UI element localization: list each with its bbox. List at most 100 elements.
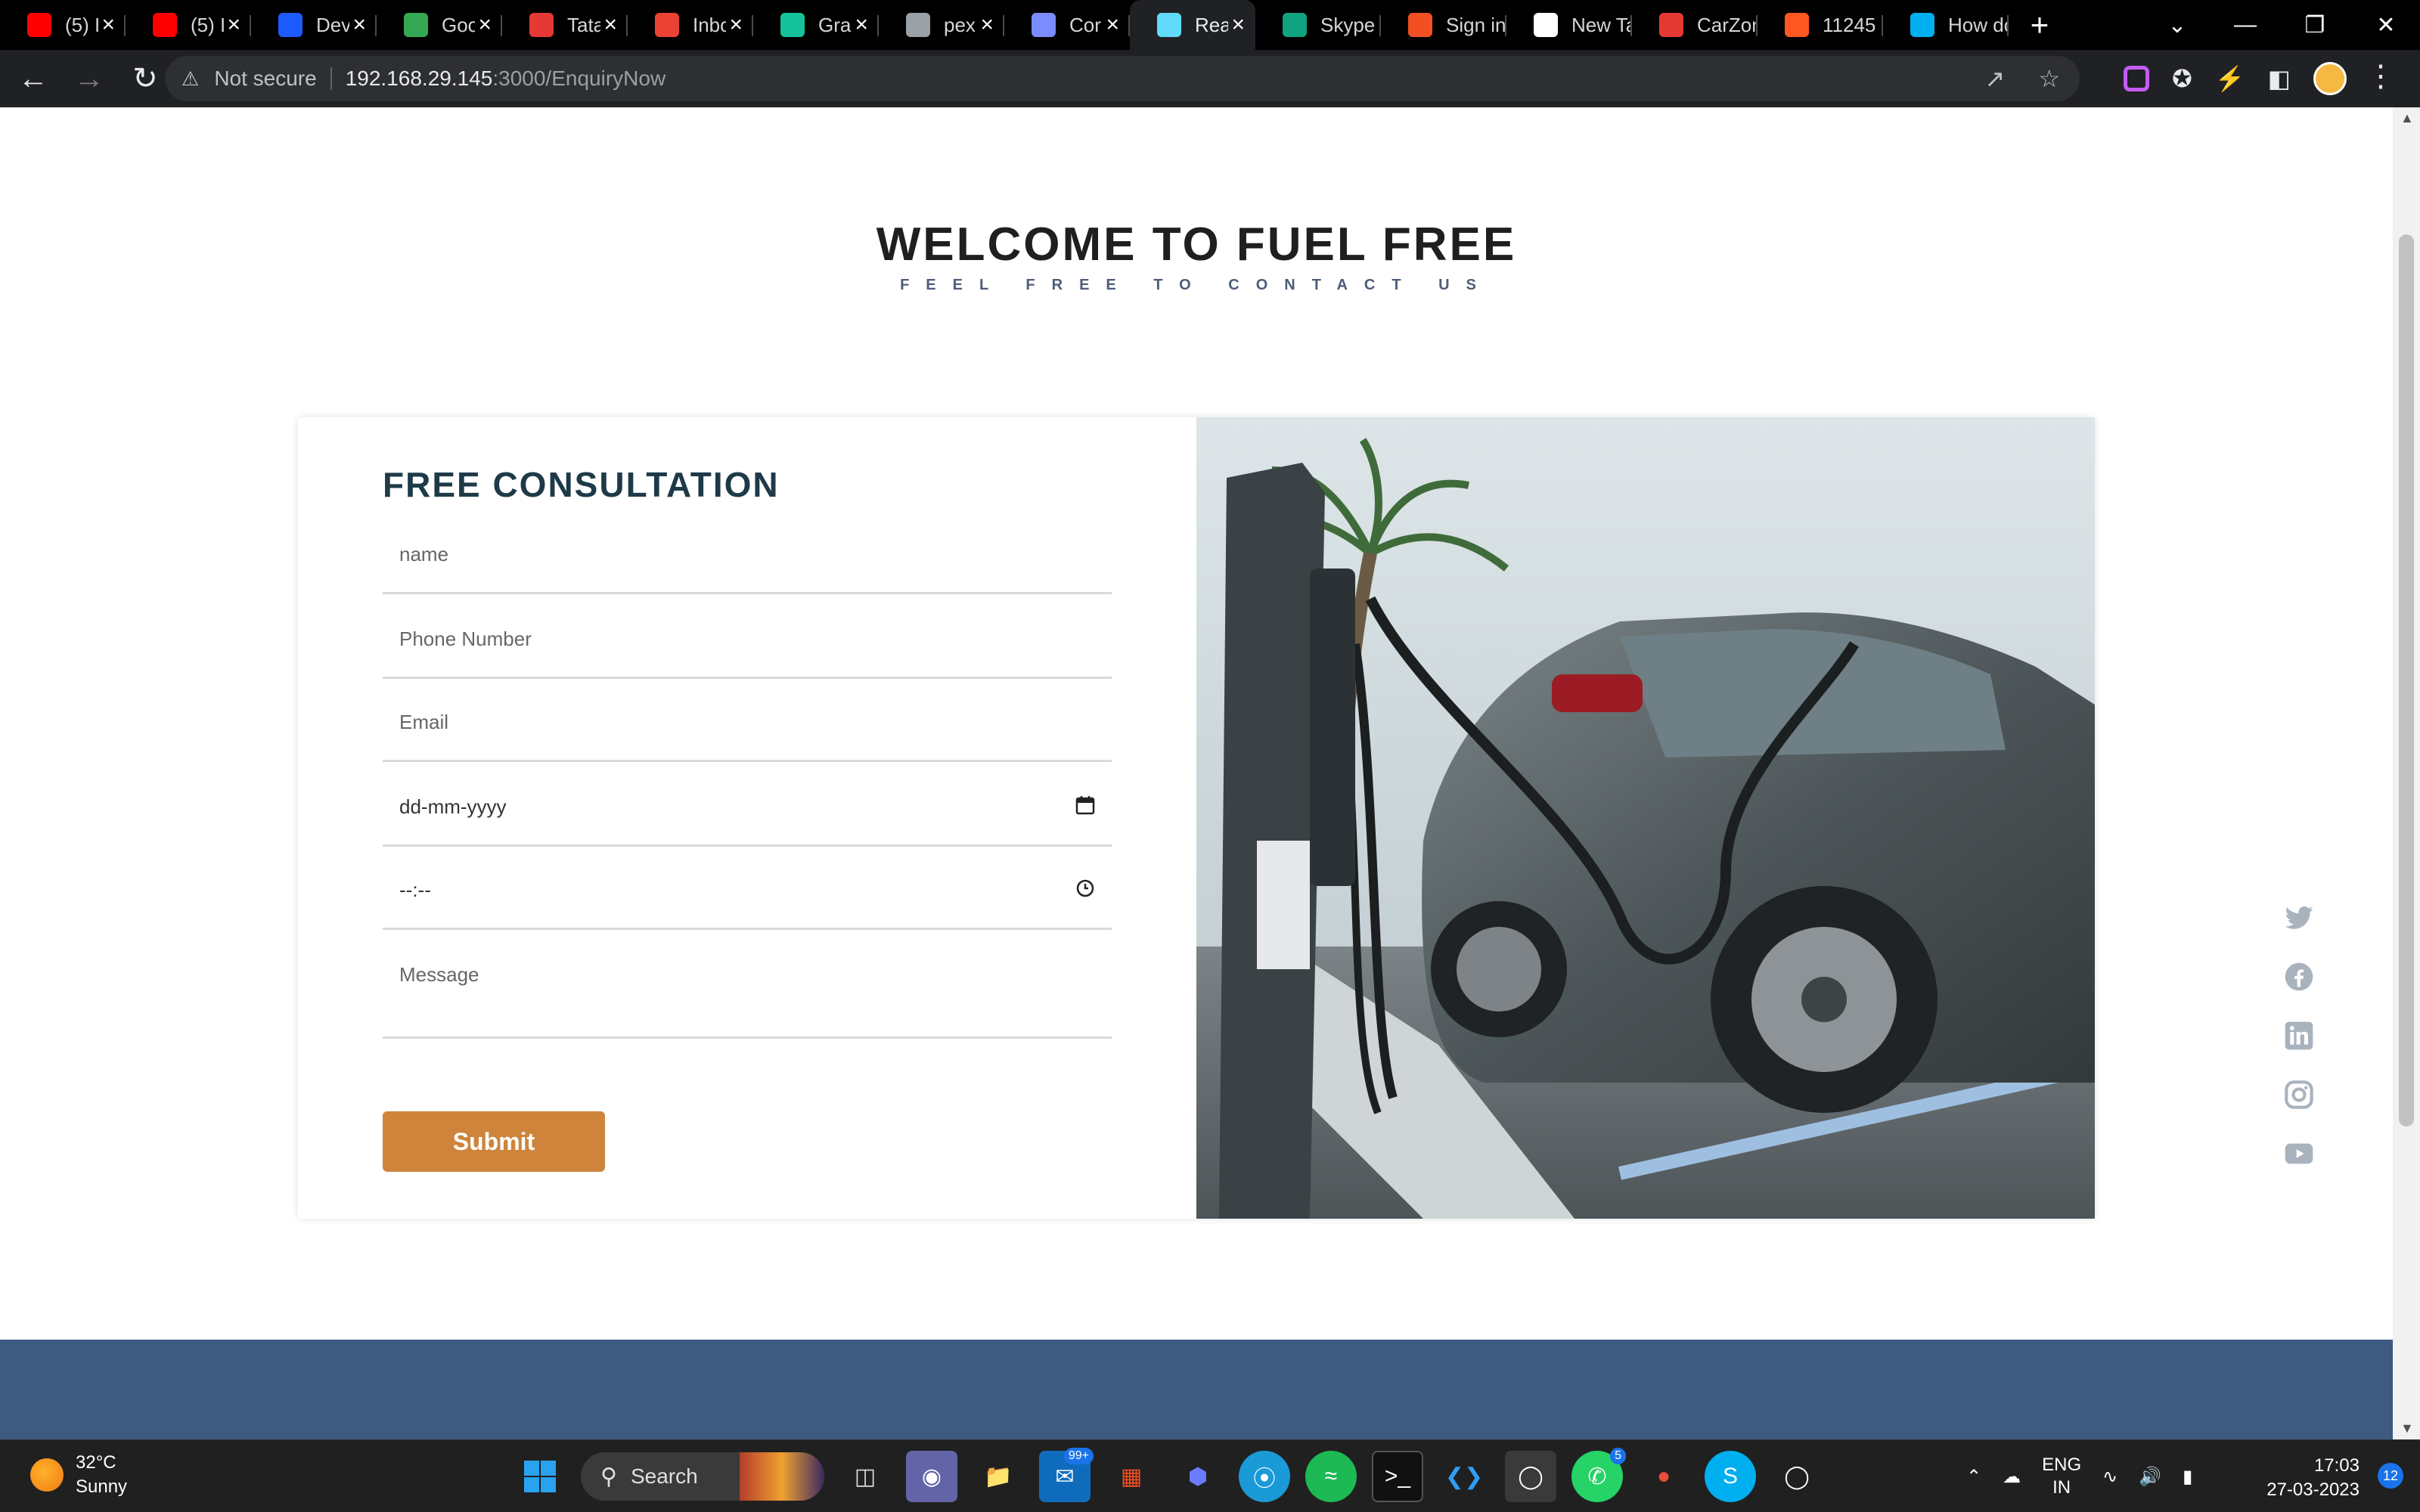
new-tab-button[interactable]: +	[2018, 3, 2062, 47]
browser-tab[interactable]: (5) I ×	[0, 0, 126, 50]
name-input[interactable]: name	[383, 520, 1112, 594]
close-tab-icon[interactable]: ×	[603, 14, 617, 36]
browser-tab[interactable]: 11245 C	[1758, 0, 1883, 50]
close-window-button[interactable]: ✕	[2352, 0, 2420, 50]
gmail-icon	[655, 13, 679, 37]
page-scrollbar[interactable]: ▲ ▼	[2393, 107, 2420, 1439]
time-input[interactable]: --:--	[383, 856, 1112, 930]
minimize-button[interactable]: —	[2211, 0, 2279, 50]
close-tab-icon[interactable]: ×	[1106, 14, 1119, 36]
tray-overflow-chevron-icon[interactable]: ⌃	[1966, 1466, 1981, 1488]
chrome-menu-icon[interactable]: ⋮	[2366, 59, 2396, 94]
task-view-icon[interactable]: ◫	[839, 1451, 891, 1502]
close-tab-icon[interactable]: ×	[729, 14, 743, 36]
tab-search-button[interactable]: ⌄	[2143, 0, 2211, 50]
browser-tab[interactable]: Skype ir	[1255, 0, 1381, 50]
youtube-icon[interactable]	[2284, 1139, 2314, 1169]
clock-icon[interactable]	[1075, 878, 1095, 928]
terminal-icon[interactable]: >_	[1372, 1451, 1423, 1502]
reload-button[interactable]: ↻	[123, 56, 168, 101]
side-panel-icon[interactable]: ◧	[2268, 64, 2291, 93]
onedrive-cloud-icon[interactable]: ☁	[2003, 1466, 2021, 1488]
tab-title: Tata	[567, 13, 600, 36]
performance-icon[interactable]: ⚡	[2215, 64, 2245, 93]
browser-tab[interactable]: Tata ×	[502, 0, 628, 50]
taskbar-search[interactable]: ⚲ Search	[581, 1452, 824, 1501]
whatsapp-icon[interactable]: ✆ 5	[1571, 1448, 1626, 1502]
taskbar-clock[interactable]: 17:03 27-03-2023	[2266, 1454, 2360, 1502]
submit-button[interactable]: Submit	[383, 1111, 605, 1172]
tab-title: Dev	[316, 13, 349, 36]
file-explorer-icon[interactable]: 📁	[973, 1451, 1024, 1502]
notification-badge[interactable]: 12	[2378, 1463, 2403, 1489]
name-placeholder: name	[399, 543, 449, 565]
battery-icon[interactable]: ▮	[2183, 1466, 2192, 1488]
browser-tab[interactable]: How do	[1883, 0, 2009, 50]
close-tab-icon[interactable]: ×	[101, 14, 115, 36]
search-highlight-image	[740, 1452, 824, 1501]
date-input[interactable]: dd-mm-yyyy	[383, 773, 1112, 847]
browser-tab[interactable]: Sign in t	[1381, 0, 1506, 50]
teams-icon[interactable]: ◉	[906, 1451, 957, 1502]
clock-time: 17:03	[2313, 1455, 2360, 1476]
bookmark-star-icon[interactable]: ☆	[2038, 64, 2060, 93]
security-label: Not secure	[214, 67, 317, 90]
browser-tab[interactable]: New Tal	[1506, 0, 1632, 50]
calendar-icon[interactable]	[1075, 795, 1095, 844]
spotify-icon[interactable]: ≈	[1305, 1451, 1357, 1502]
facebook-icon[interactable]	[2284, 962, 2314, 992]
chrome-profile-icon[interactable]: ◯	[1771, 1451, 1823, 1502]
close-tab-icon[interactable]: ×	[980, 14, 994, 36]
forward-button[interactable]: →	[67, 56, 112, 101]
maps-pin-icon[interactable]: ●	[1638, 1451, 1689, 1502]
globe-icon	[906, 13, 930, 37]
vscode-icon[interactable]: ❮❯	[1438, 1451, 1490, 1502]
close-tab-icon[interactable]: ×	[352, 14, 366, 36]
close-tab-icon[interactable]: ×	[227, 14, 240, 36]
email-input[interactable]: Email	[383, 688, 1112, 762]
browser-tab[interactable]: CarZon	[1632, 0, 1758, 50]
scroll-down-arrow[interactable]: ▼	[2400, 1421, 2414, 1436]
twitter-icon[interactable]	[2284, 903, 2314, 933]
language-indicator[interactable]: ENG IN	[2042, 1454, 2081, 1499]
mail-icon[interactable]: ✉ 99+	[1039, 1448, 1094, 1502]
windows-start-icon[interactable]	[514, 1451, 566, 1502]
back-button[interactable]: ←	[11, 56, 56, 101]
time-placeholder: --:--	[399, 878, 431, 901]
browser-tab[interactable]: Rea ×	[1130, 0, 1255, 50]
close-tab-icon[interactable]: ×	[855, 14, 868, 36]
browser-tab[interactable]: Gra ×	[753, 0, 879, 50]
power-automate-icon[interactable]: ⬢	[1172, 1451, 1224, 1502]
message-placeholder: Message	[399, 963, 479, 986]
wifi-icon[interactable]: ∿	[2102, 1466, 2118, 1488]
browser-tab[interactable]: (5) I ×	[126, 0, 251, 50]
phone-input[interactable]: Phone Number	[383, 605, 1112, 679]
chrome-icon[interactable]: ◯	[1505, 1451, 1556, 1502]
color-picker-extension-icon[interactable]	[2124, 66, 2149, 91]
microsoft-store-icon[interactable]: ▦	[1106, 1451, 1157, 1502]
weather-widget[interactable]: 32°C Sunny	[30, 1451, 127, 1499]
restore-button[interactable]: ❐	[2281, 0, 2349, 50]
profile-avatar[interactable]	[2313, 62, 2347, 95]
lang-bottom: IN	[2052, 1477, 2071, 1498]
skype-icon[interactable]: S	[1705, 1451, 1756, 1502]
address-bar[interactable]: ⚠ Not secure 192.168.29.145:3000/Enquiry…	[165, 56, 2080, 101]
volume-icon[interactable]: 🔊	[2139, 1466, 2161, 1488]
browser-tab[interactable]: Cor ×	[1004, 0, 1130, 50]
browser-tab[interactable]: pex ×	[879, 0, 1004, 50]
linkedin-icon[interactable]	[2284, 1021, 2314, 1051]
browser-tab[interactable]: Dev ×	[251, 0, 377, 50]
close-tab-icon[interactable]: ×	[478, 14, 492, 36]
browser-tab[interactable]: Inbo ×	[628, 0, 753, 50]
message-textarea[interactable]: Message	[383, 940, 1112, 1039]
scroll-up-arrow[interactable]: ▲	[2400, 110, 2414, 126]
share-icon[interactable]: ↗	[1985, 64, 2006, 93]
edge-icon[interactable]: ⦿	[1239, 1451, 1290, 1502]
scrollbar-thumb[interactable]	[2399, 234, 2414, 1126]
extensions-puzzle-icon[interactable]: ✪	[2172, 64, 2192, 93]
close-tab-icon[interactable]: ×	[1231, 14, 1245, 36]
browser-tab[interactable]: Goo ×	[377, 0, 502, 50]
chatgpt-icon	[1283, 13, 1307, 37]
instagram-icon[interactable]	[2284, 1080, 2314, 1110]
lang-top: ENG	[2042, 1455, 2082, 1475]
